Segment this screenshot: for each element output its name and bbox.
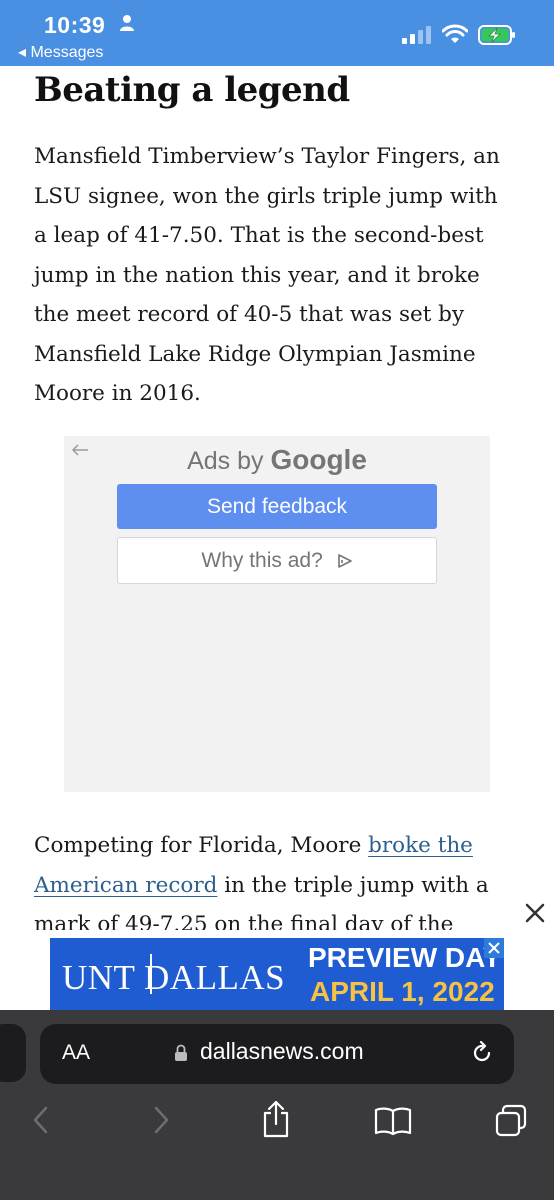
address-bar[interactable]: AA dallasnews.com: [40, 1024, 514, 1084]
banner-headline: PREVIEW DAY: [308, 942, 502, 973]
aa-label: AA: [62, 1041, 91, 1064]
forward-icon[interactable]: [150, 1106, 172, 1134]
wifi-icon: [442, 24, 468, 43]
signal-icon: [402, 26, 431, 44]
unt-dallas-banner-ad[interactable]: UNT DALLAS PREVIEW DAY APRIL 1, 2022: [50, 938, 504, 1010]
ads-by-text: Ads by: [187, 447, 271, 475]
ad-container: Ads by Google Send feedback Why this ad?: [64, 436, 490, 792]
banner-date: APRIL 1, 2022: [310, 976, 495, 1007]
why-this-ad-label: Why this ad?: [201, 549, 323, 572]
tabs-icon[interactable]: [494, 1104, 528, 1138]
banner-close-icon[interactable]: [484, 938, 504, 958]
share-icon[interactable]: [261, 1100, 291, 1138]
back-icon[interactable]: [30, 1106, 52, 1134]
banner-divider: [150, 954, 152, 994]
banner-brand: UNT DALLAS: [62, 958, 286, 997]
status-time: 10:39: [44, 12, 106, 38]
browser-toolbar: AA dallasnews.com: [0, 1010, 554, 1200]
close-icon[interactable]: [518, 896, 552, 930]
previous-tab-preview[interactable]: [0, 1024, 26, 1082]
send-feedback-label: Send feedback: [206, 495, 348, 518]
why-this-ad-button[interactable]: Why this ad?: [117, 537, 437, 584]
article-paragraph: Mansfield Timberview’s Taylor Fingers, a…: [34, 144, 500, 406]
status-bar: 10:39 ◂ Messages: [0, 0, 554, 66]
section-heading: Beating a legend: [34, 70, 350, 110]
reader-settings-button[interactable]: AA: [62, 1041, 90, 1065]
person-icon: [120, 15, 134, 31]
reload-icon[interactable]: [470, 1041, 494, 1065]
back-to-messages-link[interactable]: ◂ Messages: [18, 42, 103, 62]
article-paragraph-2: Competing for Florida, Moore broke the A…: [34, 826, 514, 932]
battery-charging-icon: [478, 25, 515, 45]
google-logo-text: Google: [270, 444, 367, 475]
lock-icon: [175, 1044, 187, 1061]
bookmarks-icon[interactable]: [374, 1106, 412, 1136]
url-text[interactable]: dallasnews.com: [200, 1038, 364, 1065]
paragraph-text: Competing for Florida, Moore: [34, 833, 369, 858]
ad-choices-icon: [337, 554, 352, 569]
ads-by-google-label: Ads by Google: [64, 444, 490, 476]
send-feedback-button[interactable]: Send feedback: [117, 484, 437, 529]
